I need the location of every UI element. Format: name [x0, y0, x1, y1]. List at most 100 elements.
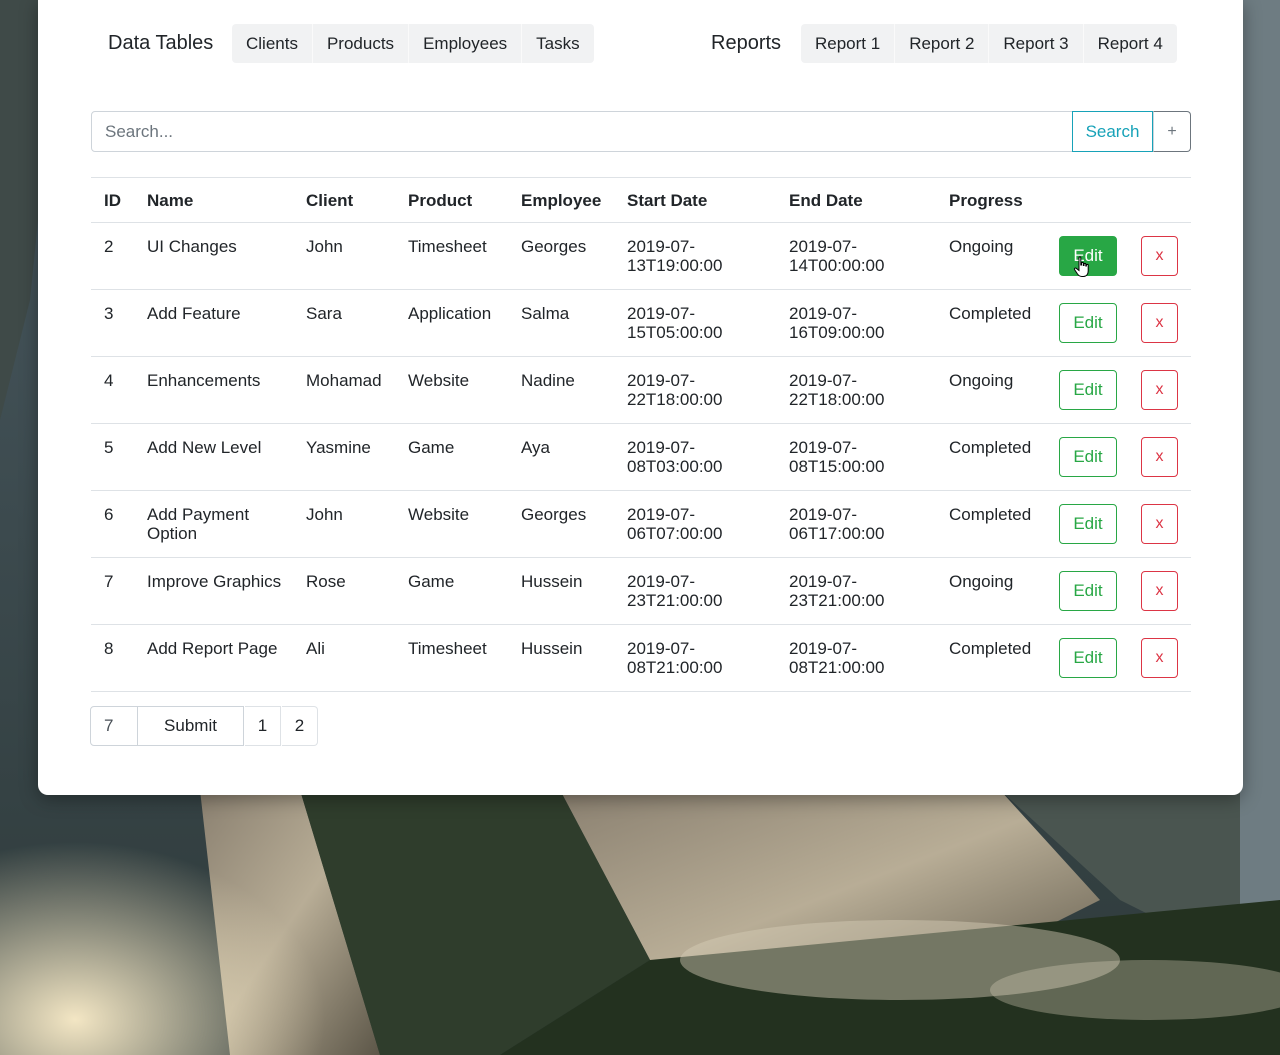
table-row: 8 Add Report Page Ali Timesheet Hussein … — [91, 625, 1191, 692]
cell-start-date: 2019-07-08T03:00:00 — [627, 438, 723, 476]
cell-product: Timesheet — [408, 237, 487, 256]
cell-product: Timesheet — [408, 639, 487, 658]
cell-end-date: 2019-07-06T17:00:00 — [789, 505, 885, 543]
cell-employee: Aya — [521, 438, 550, 457]
cell-end-date: 2019-07-16T09:00:00 — [789, 304, 885, 342]
cell-product: Game — [408, 572, 455, 591]
page-2-button[interactable]: 2 — [282, 706, 318, 746]
cell-employee: Hussein — [521, 639, 583, 658]
cell-product: Website — [408, 371, 470, 390]
delete-button[interactable]: x — [1141, 236, 1178, 276]
cell-product: Application — [408, 304, 492, 323]
cell-product: Game — [408, 438, 455, 457]
submit-button[interactable]: Submit — [138, 706, 244, 746]
cell-id: 4 — [104, 371, 114, 390]
header-end-date: End Date — [789, 191, 863, 210]
cell-progress: Completed — [949, 304, 1032, 323]
delete-button[interactable]: x — [1141, 638, 1178, 678]
nav-products[interactable]: Products — [313, 24, 410, 63]
cell-employee: Hussein — [521, 572, 583, 591]
cell-start-date: 2019-07-06T07:00:00 — [627, 505, 723, 543]
cell-client: John — [306, 237, 343, 256]
table-row: 6 Add Payment Option John Website George… — [91, 491, 1191, 558]
cell-client: Rose — [306, 572, 346, 591]
cell-name: Enhancements — [147, 371, 261, 390]
cell-client: Mohamad — [306, 371, 382, 390]
delete-button[interactable]: x — [1141, 571, 1178, 611]
header-client: Client — [306, 191, 354, 210]
search-input[interactable] — [91, 111, 1073, 152]
edit-button[interactable]: Edit — [1059, 504, 1117, 544]
nav-report-1[interactable]: Report 1 — [801, 24, 896, 63]
header-start-date: Start Date — [627, 191, 708, 210]
cell-name: Add Payment Option — [147, 505, 250, 543]
page-size-input[interactable] — [90, 706, 138, 746]
cell-name: Add New Level — [147, 438, 262, 457]
delete-button[interactable]: x — [1141, 504, 1178, 544]
header-progress: Progress — [949, 191, 1023, 210]
cell-start-date: 2019-07-23T21:00:00 — [627, 572, 723, 610]
data-tables-window: Data Tables Clients Products Employees T… — [38, 0, 1243, 795]
cell-start-date: 2019-07-15T05:00:00 — [627, 304, 723, 342]
data-nav: Clients Products Employees Tasks — [232, 24, 594, 63]
cell-employee: Salma — [521, 304, 570, 323]
cell-end-date: 2019-07-14T00:00:00 — [789, 237, 885, 275]
cell-name: UI Changes — [147, 237, 237, 256]
cell-name: Add Report Page — [147, 639, 278, 658]
cell-name: Add Feature — [147, 304, 241, 323]
nav-report-3[interactable]: Report 3 — [989, 24, 1084, 63]
cell-client: Yasmine — [306, 438, 371, 457]
header-product: Product — [408, 191, 473, 210]
nav-employees[interactable]: Employees — [409, 24, 523, 63]
edit-button[interactable]: Edit — [1059, 437, 1117, 477]
pagination: Submit 1 2 — [90, 706, 318, 746]
cell-id: 8 — [104, 639, 114, 658]
delete-button[interactable]: x — [1141, 437, 1178, 477]
cell-id: 5 — [104, 438, 114, 457]
cell-employee: Georges — [521, 505, 587, 524]
cell-employee: Nadine — [521, 371, 575, 390]
cell-name: Improve Graphics — [147, 572, 282, 591]
delete-button[interactable]: x — [1141, 303, 1178, 343]
cell-progress: Ongoing — [949, 237, 1014, 256]
cell-product: Website — [408, 505, 470, 524]
cell-start-date: 2019-07-22T18:00:00 — [627, 371, 723, 409]
cell-employee: Georges — [521, 237, 587, 256]
table-row: 5 Add New Level Yasmine Game Aya 2019-07… — [91, 424, 1191, 491]
nav-clients[interactable]: Clients — [232, 24, 313, 63]
nav-tasks[interactable]: Tasks — [522, 24, 593, 63]
app-brand[interactable]: Data Tables — [108, 32, 213, 55]
edit-button[interactable]: Edit — [1059, 638, 1117, 678]
cell-client: John — [306, 505, 343, 524]
reports-nav: Report 1 Report 2 Report 3 Report 4 — [801, 24, 1177, 63]
cell-progress: Ongoing — [949, 371, 1014, 390]
cell-client: Ali — [306, 639, 325, 658]
cell-progress: Completed — [949, 505, 1032, 524]
edit-button[interactable]: Edit — [1059, 571, 1117, 611]
page-1-button[interactable]: 1 — [245, 706, 281, 746]
tasks-table: ID Name Client Product Employee Start Da… — [91, 177, 1191, 692]
cell-start-date: 2019-07-13T19:00:00 — [627, 237, 723, 275]
header-employee: Employee — [521, 191, 602, 210]
search-bar: Search + — [91, 111, 1191, 152]
table-row: 4 Enhancements Mohamad Website Nadine 20… — [91, 357, 1191, 424]
nav-report-4[interactable]: Report 4 — [1084, 24, 1177, 63]
header-name: Name — [147, 191, 194, 210]
reports-label[interactable]: Reports — [711, 32, 781, 55]
cell-id: 3 — [104, 304, 114, 323]
edit-button[interactable]: Edit — [1059, 236, 1117, 276]
cell-id: 2 — [104, 237, 114, 256]
cell-end-date: 2019-07-23T21:00:00 — [789, 572, 885, 610]
edit-button[interactable]: Edit — [1059, 303, 1117, 343]
cell-id: 6 — [104, 505, 114, 524]
search-button[interactable]: Search — [1072, 111, 1153, 152]
cell-id: 7 — [104, 572, 114, 591]
cell-start-date: 2019-07-08T21:00:00 — [627, 639, 723, 677]
table-row: 7 Improve Graphics Rose Game Hussein 201… — [91, 558, 1191, 625]
table-row: 3 Add Feature Sara Application Salma 201… — [91, 290, 1191, 357]
edit-button[interactable]: Edit — [1059, 370, 1117, 410]
nav-report-2[interactable]: Report 2 — [895, 24, 990, 63]
cell-progress: Completed — [949, 639, 1032, 658]
add-button[interactable]: + — [1153, 111, 1191, 152]
delete-button[interactable]: x — [1141, 370, 1178, 410]
